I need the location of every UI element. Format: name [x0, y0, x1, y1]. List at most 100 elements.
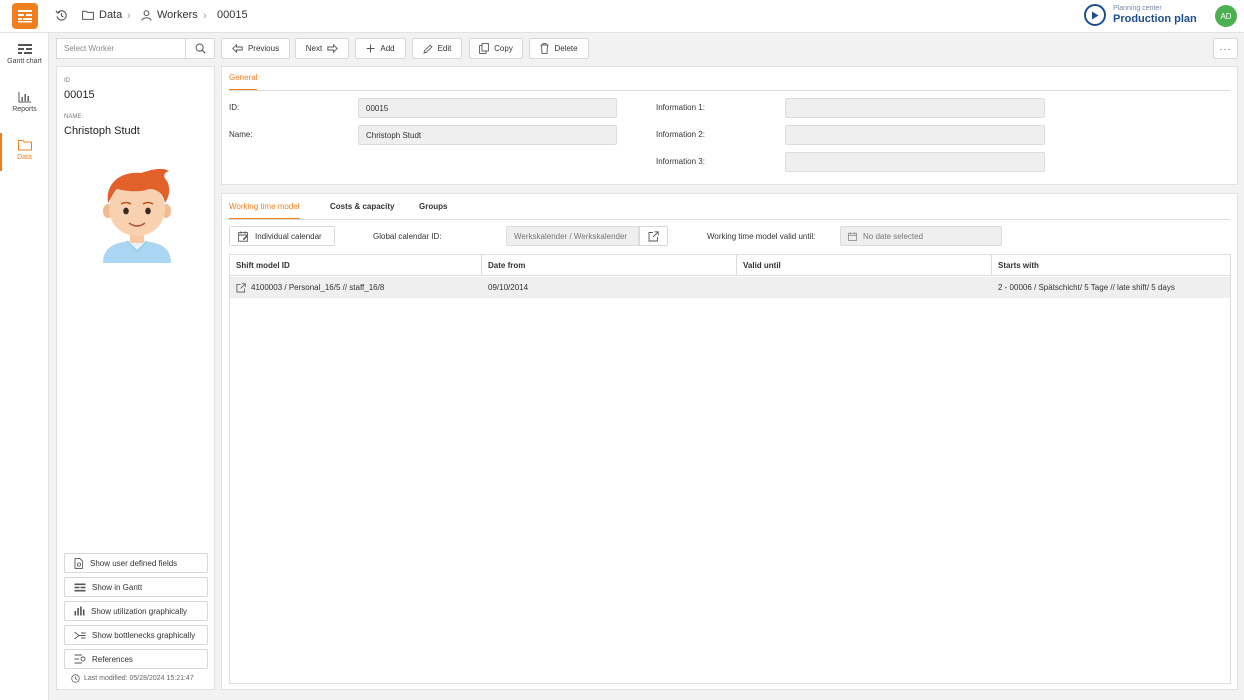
- app-logo-icon[interactable]: [12, 3, 38, 29]
- next-button[interactable]: Next: [295, 38, 349, 59]
- show-in-gantt-button[interactable]: Show in Gantt: [64, 577, 208, 597]
- chevron-right-icon: ›: [127, 10, 131, 22]
- calendar-icon: [848, 231, 857, 241]
- delete-button[interactable]: Delete: [529, 38, 589, 59]
- shift-model-id-value: 4100003 / Personal_16/5 // staff_16/8: [251, 283, 385, 292]
- add-button[interactable]: Add: [355, 38, 406, 59]
- breadcrumb-current: 00015: [217, 9, 248, 21]
- play-icon: [1084, 4, 1106, 26]
- general-id-label: ID:: [229, 103, 240, 112]
- bottleneck-icon: [74, 631, 86, 639]
- calendar-edit-icon: [238, 230, 248, 242]
- individual-calendar-button[interactable]: Individual calendar: [229, 226, 335, 246]
- breadcrumb-data[interactable]: Data: [82, 9, 122, 21]
- references-icon: [74, 654, 86, 664]
- worker-name-label: NAME: [64, 114, 82, 120]
- cell-starts-with: 2 - 00006 / Spätschicht/ 5 Tage // late …: [998, 283, 1175, 292]
- worker-id-value: 00015: [64, 89, 95, 101]
- external-link-icon[interactable]: [236, 282, 246, 293]
- worker-name-value: Christoph Studt: [64, 125, 140, 137]
- global-calendar-label: Global calendar ID:: [373, 232, 442, 241]
- rail-item-reports[interactable]: Reports: [0, 91, 49, 113]
- left-rail: Gantt chart Reports Data: [0, 33, 49, 700]
- column-header-starts-with[interactable]: Starts with: [992, 255, 1230, 276]
- show-user-defined-fields-label: Show user defined fields: [90, 558, 178, 568]
- table-row[interactable]: 4100003 / Personal_16/5 // staff_16/8 09…: [230, 277, 1230, 298]
- valid-until-date-picker[interactable]: No date selected: [840, 226, 1002, 246]
- trash-icon: [540, 43, 549, 54]
- global-calendar-field[interactable]: Werkskalender / Werkskalender: [506, 226, 639, 246]
- worker-id-label: ID: [64, 78, 70, 84]
- history-icon[interactable]: [55, 9, 68, 22]
- previous-label: Previous: [247, 44, 280, 53]
- planning-center-button[interactable]: Planning center Production plan: [1084, 4, 1197, 26]
- last-modified-text: Last modified: 05/28/2024 15:21:47: [84, 675, 194, 682]
- copy-icon: [479, 43, 490, 54]
- information-3-label: Information 3:: [656, 157, 705, 166]
- gantt-icon: [74, 583, 86, 591]
- bar-chart-icon: [18, 92, 31, 103]
- rail-item-data[interactable]: Data: [0, 133, 49, 171]
- tab-general[interactable]: General: [229, 73, 258, 91]
- last-modified: Last modified: 05/28/2024 15:21:47: [71, 674, 194, 683]
- column-header-valid-until[interactable]: Valid until: [737, 255, 992, 276]
- bar-chart-icon: [74, 606, 85, 616]
- top-bar: Data › Workers › 00015 Planning center P…: [0, 0, 1244, 33]
- show-utilization-label: Show utilization graphically: [91, 606, 188, 616]
- worker-summary-panel: ID 00015 NAME Christoph Studt Show user …: [56, 66, 215, 690]
- planning-subtitle: Planning center: [1113, 5, 1162, 12]
- copy-button[interactable]: Copy: [469, 38, 523, 59]
- plus-icon: [366, 44, 375, 53]
- rail-item-gantt[interactable]: Gantt chart: [0, 43, 49, 65]
- pencil-icon: [422, 43, 433, 54]
- show-bottlenecks-button[interactable]: Show bottlenecks graphically: [64, 625, 208, 645]
- general-name-label: Name:: [229, 130, 253, 139]
- shift-model-table: Shift model ID Date from Valid until Sta…: [229, 254, 1231, 684]
- search-button[interactable]: [185, 39, 214, 58]
- open-calendar-button[interactable]: [639, 226, 668, 246]
- rail-item-label: Reports: [12, 106, 37, 113]
- previous-button[interactable]: Previous: [221, 38, 290, 59]
- show-utilization-button[interactable]: Show utilization graphically: [64, 601, 208, 621]
- next-label: Next: [305, 44, 323, 53]
- information-2-label: Information 2:: [656, 130, 705, 139]
- general-name-field[interactable]: Christoph Studt: [358, 125, 617, 145]
- worker-search-input[interactable]: [57, 39, 186, 58]
- edit-button[interactable]: Edit: [412, 38, 462, 59]
- worker-search: [56, 38, 215, 59]
- information-2-field[interactable]: [785, 125, 1045, 145]
- show-user-defined-fields-button[interactable]: Show user defined fields: [64, 553, 208, 573]
- tab-costs-capacity[interactable]: Costs & capacity: [330, 202, 394, 218]
- document-search-icon: [74, 557, 83, 569]
- person-icon: [141, 9, 152, 21]
- gantt-icon: [17, 44, 32, 54]
- user-avatar[interactable]: AD: [1215, 5, 1237, 27]
- breadcrumb-current-label: 00015: [217, 9, 248, 21]
- information-3-field[interactable]: [785, 152, 1045, 172]
- planning-title: Production plan: [1113, 13, 1197, 25]
- cell-date-from: 09/10/2014: [488, 283, 529, 292]
- table-header: Shift model ID Date from Valid until Sta…: [230, 255, 1230, 276]
- rail-item-label: Gantt chart: [7, 58, 42, 65]
- chevron-right-icon: ›: [203, 10, 207, 22]
- worker-avatar-illustration: [103, 168, 171, 263]
- copy-label: Copy: [494, 44, 513, 53]
- individual-calendar-label: Individual calendar: [255, 231, 322, 241]
- tab-divider: [228, 90, 1230, 91]
- information-1-label: Information 1:: [656, 103, 705, 112]
- breadcrumb-data-label: Data: [99, 9, 123, 21]
- information-1-field[interactable]: [785, 98, 1045, 118]
- general-id-field[interactable]: 00015: [358, 98, 617, 118]
- cell-shift-model-id: 4100003 / Personal_16/5 // staff_16/8: [230, 277, 482, 298]
- tab-working-time-model[interactable]: Working time model: [229, 202, 300, 220]
- rail-item-label: Data: [17, 154, 32, 161]
- edit-label: Edit: [437, 44, 452, 53]
- cell-valid-until: [737, 277, 992, 298]
- column-header-shift-model-id[interactable]: Shift model ID: [230, 255, 482, 276]
- show-in-gantt-label: Show in Gantt: [92, 582, 143, 592]
- references-button[interactable]: References: [64, 649, 208, 669]
- breadcrumb-workers[interactable]: Workers: [141, 9, 198, 21]
- tab-groups[interactable]: Groups: [419, 202, 447, 218]
- more-options-button[interactable]: ···: [1213, 38, 1238, 59]
- column-header-date-from[interactable]: Date from: [482, 255, 737, 276]
